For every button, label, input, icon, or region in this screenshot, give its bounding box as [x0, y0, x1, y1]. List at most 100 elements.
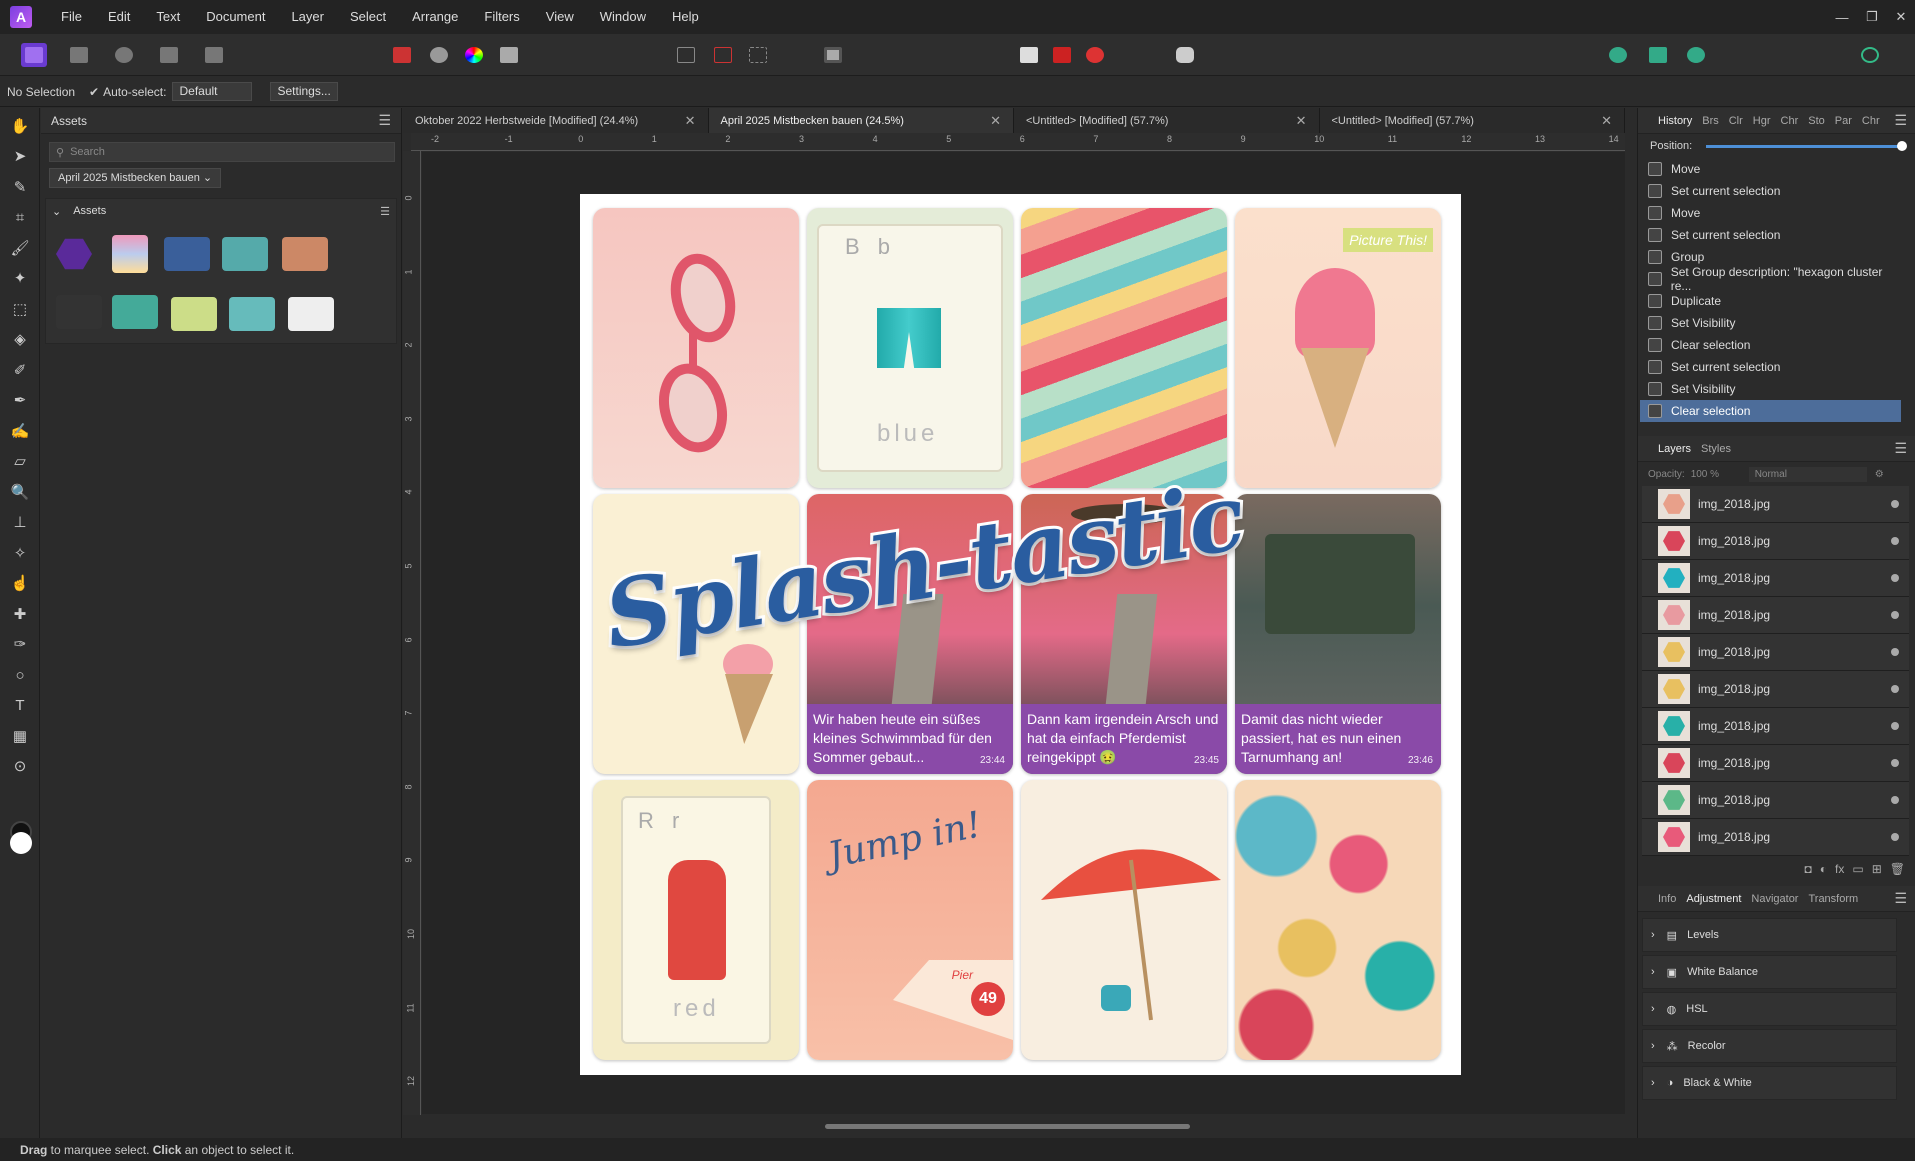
link-icon[interactable] — [1645, 43, 1671, 67]
hand-icon[interactable]: ✋ — [8, 114, 32, 138]
tab-untitled-2[interactable]: <Untitled> [Modified] (57.7%) ✕ — [1319, 108, 1625, 133]
affinity-logo-icon[interactable]: A — [10, 6, 32, 28]
visibility-dot-icon[interactable] — [1891, 648, 1899, 656]
blend-mode-dropdown[interactable]: Normal — [1748, 466, 1867, 482]
card-chevron[interactable] — [1021, 208, 1227, 488]
adjustment-white-balance[interactable]: › ▣ White Balance — [1642, 955, 1897, 989]
tab-adjustment[interactable]: Adjustment — [1686, 893, 1741, 905]
history-item[interactable]: Clear selection — [1640, 334, 1901, 356]
close-tab-icon[interactable]: ✕ — [685, 113, 696, 129]
assets-search-input[interactable]: ⚲ Search — [49, 142, 395, 162]
asset-hexagon[interactable] — [56, 238, 92, 270]
pixel-persona-icon[interactable] — [156, 43, 182, 67]
asset-butterfly[interactable] — [282, 237, 328, 271]
share-icon[interactable] — [1605, 43, 1631, 67]
fill-color-swatch[interactable] — [10, 832, 32, 854]
layer-row[interactable]: img_2018.jpg — [1642, 597, 1909, 634]
text-frame-icon[interactable]: T — [8, 693, 32, 717]
asset-flowers[interactable] — [222, 237, 268, 271]
asset-splash[interactable] — [164, 237, 210, 271]
tab-brushes[interactable]: Brs — [1702, 115, 1719, 127]
account-icon[interactable] — [1857, 43, 1883, 67]
autoselect-checkbox[interactable]: ✔ — [89, 85, 99, 99]
history-item[interactable]: Duplicate — [1640, 290, 1901, 312]
adjust-icon[interactable] — [426, 43, 452, 67]
menu-layer[interactable]: Layer — [278, 0, 337, 34]
designer-persona-icon[interactable] — [111, 43, 137, 67]
ellipse-icon[interactable]: ○ — [8, 663, 32, 687]
tab-untitled-1[interactable]: <Untitled> [Modified] (57.7%) ✕ — [1014, 108, 1320, 133]
tab-character[interactable]: Chr — [1781, 115, 1799, 127]
vector-pen-icon[interactable]: ✑ — [8, 632, 32, 656]
history-item[interactable]: Set current selection — [1640, 224, 1901, 246]
visibility-dot-icon[interactable] — [1891, 796, 1899, 804]
pen-icon[interactable]: ✒ — [8, 388, 32, 412]
history-item[interactable]: Move — [1640, 158, 1901, 180]
snap-icon[interactable] — [1016, 43, 1042, 67]
marquee-icon[interactable]: ⬚ — [8, 297, 32, 321]
adjustment-recolor[interactable]: › ⁂ Recolor — [1642, 1029, 1897, 1063]
card-umbrella[interactable] — [1021, 780, 1227, 1060]
visibility-dot-icon[interactable] — [1891, 574, 1899, 582]
asset-collage[interactable] — [112, 235, 148, 273]
history-item[interactable]: Set current selection — [1640, 356, 1901, 378]
tab-transform[interactable]: Transform — [1808, 893, 1858, 905]
minimize-icon[interactable]: — — [1827, 0, 1857, 34]
export-persona-icon[interactable] — [201, 43, 227, 67]
tab-styles[interactable]: Styles — [1701, 443, 1731, 455]
card-photo-tarp[interactable]: Damit das nicht wieder passiert, hat es … — [1235, 494, 1441, 774]
visibility-dot-icon[interactable] — [1891, 500, 1899, 508]
autoselect-dropdown[interactable]: Default — [172, 82, 253, 101]
layer-row[interactable]: img_2018.jpg — [1642, 708, 1909, 745]
menu-edit[interactable]: Edit — [95, 0, 143, 34]
history-item[interactable]: Set Visibility — [1640, 378, 1901, 400]
menu-filters[interactable]: Filters — [471, 0, 532, 34]
layer-row[interactable]: img_2018.jpg — [1642, 671, 1909, 708]
node-tool-icon[interactable]: ✎ — [8, 175, 32, 199]
fill-icon[interactable]: ◈ — [8, 327, 32, 351]
color-brush-icon[interactable]: ✍ — [8, 419, 32, 443]
tab-april-2025[interactable]: April 2025 Mistbecken bauen (24.5%) ✕ — [708, 108, 1014, 133]
horizontal-scrollbar[interactable] — [422, 1115, 1625, 1137]
tab-oktober-2022[interactable]: Oktober 2022 Herbstweide [Modified] (24.… — [403, 108, 709, 133]
canvas[interactable]: B b blue Picture This! Wir haben heute e… — [422, 152, 1625, 1114]
menu-arrange[interactable]: Arrange — [399, 0, 471, 34]
layer-row[interactable]: img_2018.jpg — [1642, 745, 1909, 782]
menu-select[interactable]: Select — [337, 0, 399, 34]
tab-layers[interactable]: Layers — [1658, 443, 1691, 455]
opacity-field[interactable]: 100 % — [1691, 469, 1741, 480]
assistant-icon[interactable] — [1172, 43, 1198, 67]
card-hexagon-pattern[interactable] — [1235, 780, 1441, 1060]
asset-splash-label[interactable] — [229, 297, 275, 331]
close-icon[interactable]: ✕ — [1886, 0, 1915, 34]
panel-menu-icon[interactable]: ☰ — [1894, 112, 1907, 129]
card-sunglasses[interactable] — [593, 208, 799, 488]
healing-icon[interactable]: ✚ — [8, 602, 32, 626]
layer-row[interactable]: img_2018.jpg — [1642, 782, 1909, 819]
history-item[interactable]: Set Group description: "hexagon cluster … — [1640, 265, 1901, 293]
adjustment-hsl[interactable]: › ◍ HSL — [1642, 992, 1897, 1026]
visibility-dot-icon[interactable] — [1891, 833, 1899, 841]
magnet-icon[interactable] — [1082, 43, 1108, 67]
folder-icon[interactable]: ▭ — [1852, 862, 1863, 876]
visibility-dot-icon[interactable] — [1891, 611, 1899, 619]
document-page[interactable]: B b blue Picture This! Wir haben heute e… — [580, 194, 1461, 1075]
photo-persona-icon[interactable] — [66, 43, 92, 67]
assets-category-dropdown[interactable]: April 2025 Mistbecken bauen ⌄ — [49, 168, 222, 188]
no-grid-icon[interactable] — [710, 43, 736, 67]
delete-icon[interactable]: 🗑 — [1890, 862, 1905, 876]
stamp-icon[interactable]: ⊥ — [8, 510, 32, 534]
menu-help[interactable]: Help — [659, 0, 712, 34]
group-menu-icon[interactable]: ☰ — [380, 205, 390, 218]
card-red[interactable]: R r red — [593, 780, 799, 1060]
asset-group-header[interactable]: ⌄ Assets ☰ — [46, 199, 396, 223]
grid-icon[interactable] — [673, 43, 699, 67]
history-item-current[interactable]: Clear selection — [1640, 400, 1901, 422]
picture-frame-icon[interactable]: ⊙ — [8, 754, 32, 778]
crop-icon[interactable]: ⌗ — [8, 205, 32, 229]
visibility-dot-icon[interactable] — [1891, 722, 1899, 730]
paint-icon[interactable]: 🖌 — [8, 236, 32, 260]
tab-color[interactable]: Clr — [1729, 115, 1743, 127]
asset-splat[interactable] — [112, 295, 158, 329]
close-tab-icon[interactable]: ✕ — [1601, 113, 1612, 129]
